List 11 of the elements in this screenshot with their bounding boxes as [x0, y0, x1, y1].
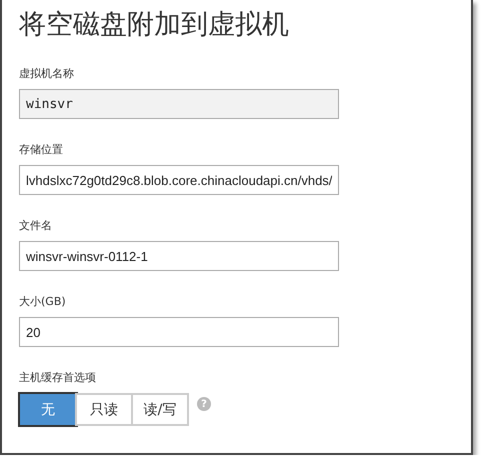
dialog-title: 将空磁盘附加到虚拟机	[19, 8, 290, 42]
option-button[interactable]: 读/写	[131, 393, 189, 426]
input-field[interactable]: winsvr-winsvr-0112-1	[19, 241, 339, 271]
input-field[interactable]: 20	[19, 317, 339, 347]
option-button[interactable]: 只读	[75, 393, 133, 426]
field-label: 虚拟机名称	[19, 67, 75, 81]
field-label: 主机缓存首选项	[19, 371, 97, 385]
field-label: 文件名	[19, 219, 53, 233]
input-field[interactable]: lvhdslxc72g0td29c8.blob.core.chinacloudapi.cn/vhds/	[19, 165, 339, 195]
field-label: 大小(GB)	[19, 295, 67, 309]
field-label: 存储位置	[19, 143, 64, 157]
